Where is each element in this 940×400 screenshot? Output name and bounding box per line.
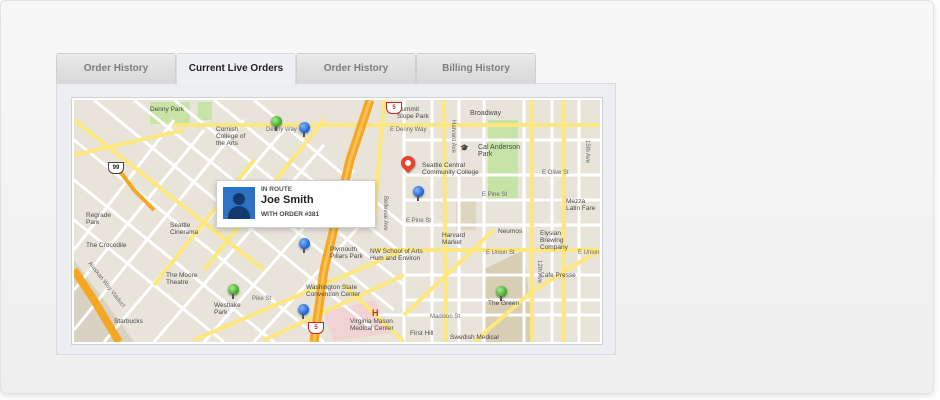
label-the-green: The Green: [488, 300, 520, 307]
hospital-icon: H: [372, 308, 379, 318]
driver-name: Joe Smith: [261, 194, 314, 206]
blue-marker[interactable]: [413, 186, 424, 201]
label-the-crocodile: The Crocodile: [86, 242, 127, 249]
app-frame: Order History Current Live Orders Order …: [0, 0, 934, 394]
street-pike-st: Pike St: [252, 296, 272, 302]
blue-marker[interactable]: [299, 122, 310, 137]
tab-order-history[interactable]: Order History: [56, 53, 176, 84]
street-e-pine-st-2: E Pine St: [482, 192, 508, 198]
tab-order-history-2[interactable]: Order History: [296, 53, 416, 84]
label-convention-center: Washington State Convention Center: [306, 284, 361, 298]
green-marker[interactable]: [228, 284, 239, 299]
tab-current-live-orders[interactable]: Current Live Orders: [176, 53, 296, 85]
label-seattle-central-college: Seattle Central Community College: [422, 162, 479, 176]
street-e-union: E Union: [578, 250, 600, 256]
label-starbucks: Starbucks: [114, 318, 143, 325]
label-first-hill: First Hill: [410, 330, 434, 337]
driver-info-popup[interactable]: IN ROUTE Joe Smith WITH ORDER #381: [216, 180, 376, 228]
label-westlake-park: Westlake Park: [214, 302, 241, 316]
label-cafe-presse: Cafe Presse: [540, 272, 576, 279]
street-12th-ave: 12th Ave: [536, 260, 542, 284]
label-nw-school-arts: NW School of Arts Hum and Environ: [370, 248, 423, 262]
tab-billing-history[interactable]: Billing History: [416, 53, 536, 84]
street-e-olive-st: E Olive St: [542, 170, 569, 176]
label-mezza-latin-fare: Mezza Latin Fare: [566, 198, 596, 212]
highway-99-shield: 99: [108, 162, 124, 174]
street-15th-ave: 15th Ave: [584, 140, 590, 164]
blue-marker[interactable]: [299, 238, 310, 253]
street-denny-way: Denny Way: [266, 127, 297, 133]
street-e-union-st: E Union St: [486, 250, 515, 256]
label-elysian-brewing: Elysian Brewing Company: [540, 230, 568, 251]
street-harvard-ave: Harvard Ave: [450, 120, 456, 153]
label-seattle-cinerama: Seattle Cinerama: [170, 222, 199, 236]
green-marker[interactable]: [271, 116, 282, 131]
street-e-denny-way: E Denny Way: [390, 127, 427, 133]
label-virginia-mason: Virginia Mason Medical Center: [350, 318, 394, 332]
label-cornish-college: Cornish College of the Arts: [216, 126, 246, 147]
label-plymouth-pillars-park: Plymouth Pillars Park: [330, 246, 363, 260]
label-swedish-medical: Swedish Medical: [450, 334, 499, 341]
label-moore-theatre: The Moore Theatre: [166, 272, 198, 286]
label-regrade-park: Regrade Park: [86, 212, 111, 226]
street-e-pine-st: E Pine St: [406, 218, 432, 224]
label-broadway: Broadway: [470, 110, 502, 117]
interstate-5-shield-south: 5: [308, 322, 324, 334]
live-orders-panel: Denny Park Summit Slope Park Broadway Ca…: [56, 83, 616, 355]
blue-marker[interactable]: [298, 304, 309, 319]
driver-status: IN ROUTE: [261, 186, 293, 193]
driver-avatar: [223, 187, 255, 219]
label-summit-slope-park: Summit Slope Park: [397, 106, 429, 120]
label-cal-anderson-park: Cal Anderson Park: [478, 144, 521, 158]
label-neumos: Neumos: [498, 228, 523, 235]
driver-order: WITH ORDER #381: [261, 211, 320, 218]
college-icon: 🎓: [460, 145, 469, 152]
live-orders-map[interactable]: Denny Park Summit Slope Park Broadway Ca…: [72, 98, 602, 344]
label-harvard-market: Harvard Market: [442, 232, 466, 246]
street-madison-st: Madison St: [430, 314, 461, 320]
label-denny-park: Denny Park: [150, 106, 184, 113]
street-bellevue-ave: Bellevue Ave: [382, 196, 388, 231]
interstate-5-shield: 5: [386, 102, 402, 114]
green-marker[interactable]: [496, 286, 507, 301]
